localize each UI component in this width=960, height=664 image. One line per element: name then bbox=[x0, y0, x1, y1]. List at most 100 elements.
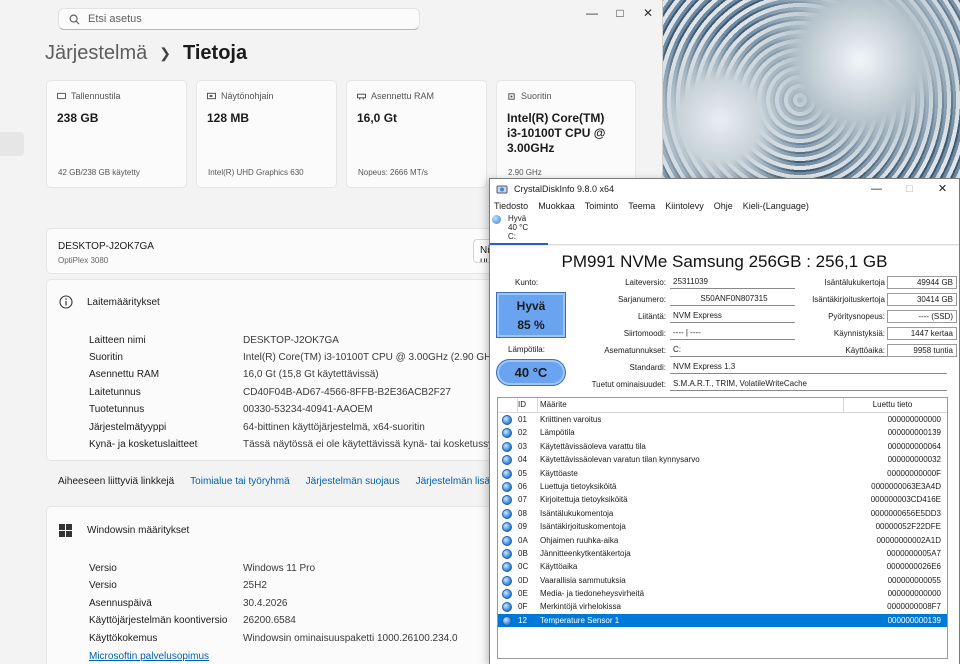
card-ram[interactable]: Asennettu RAM 16,0 Gt Nopeus: 2666 MT/s bbox=[346, 80, 487, 188]
table-row[interactable]: 0E Media- ja tiedoneheysvirheitä 000000000… bbox=[498, 587, 947, 600]
status-icon-cell bbox=[498, 426, 518, 439]
table-row[interactable]: 08 Isäntälukukomentoja 0000000656E5DD3 bbox=[498, 507, 947, 520]
status-icon-cell bbox=[498, 534, 518, 547]
table-row[interactable]: 02 Lämpötila 000000000139 bbox=[498, 426, 947, 439]
search-icon bbox=[69, 14, 80, 24]
health-status-box: Hyvä 85 % bbox=[496, 292, 566, 338]
menu-language[interactable]: Kieli-(Language) bbox=[743, 201, 809, 211]
header-raw-value[interactable]: Luettu tieto bbox=[844, 398, 945, 412]
menu-edit[interactable]: Muokkaa bbox=[538, 201, 575, 211]
close-icon[interactable]: ✕ bbox=[634, 0, 662, 26]
power-on-hours-value: 9958 tuntia bbox=[887, 344, 957, 357]
crystaldiskinfo-window: CrystalDiskInfo 9.8.0 x64 — □ ✕ Tiedosto… bbox=[489, 178, 960, 664]
rotation-value: ---- (SSD) bbox=[887, 310, 957, 323]
table-row[interactable]: 12 Temperature Sensor 1 000000000139 bbox=[498, 613, 947, 628]
maximize-icon[interactable]: □ bbox=[893, 183, 926, 195]
card-title: Suoritin bbox=[521, 91, 552, 101]
card-cpu[interactable]: Suoritin Intel(R) Core(TM) i3-10100T CPU… bbox=[496, 80, 636, 188]
attr-id: 07 bbox=[518, 495, 527, 505]
attr-raw: 0000000063E3A4D bbox=[871, 481, 941, 491]
table-row[interactable]: 0C Käyttöaika 0000000026E6 bbox=[498, 560, 947, 573]
table-row[interactable]: 07 Kirjoitettuja tietoyksiköitä 000000003C… bbox=[498, 493, 947, 506]
header-id[interactable]: ID bbox=[518, 398, 538, 412]
power-on-hours-label: Käyttöaika: bbox=[845, 346, 885, 355]
status-icon-cell bbox=[498, 480, 518, 493]
attr-raw: 000000000000 bbox=[887, 415, 941, 424]
spec-key: Versio bbox=[89, 563, 117, 574]
spec-key: Suoritin bbox=[89, 352, 123, 363]
attr-id: 03 bbox=[518, 441, 527, 451]
attr-name: Luettuja tietoyksiköitä bbox=[540, 481, 617, 491]
attr-raw: 000000000139 bbox=[887, 615, 941, 625]
card-subtext: 42 GB/238 GB käytetty bbox=[58, 168, 140, 177]
card-value: 128 MB bbox=[207, 111, 250, 125]
cpu-icon bbox=[508, 92, 515, 100]
disk-tab-temp: 40 °C bbox=[508, 223, 529, 232]
card-storage[interactable]: Tallennustila 238 GB 42 GB/238 GB käytet… bbox=[46, 80, 187, 188]
menu-file[interactable]: Tiedosto bbox=[494, 201, 528, 211]
table-row[interactable]: 0D Vaarallisia sammutuksia 000000000055 bbox=[498, 574, 947, 587]
search-input[interactable]: Etsi asetus bbox=[58, 8, 420, 30]
attr-id: 0A bbox=[518, 535, 528, 545]
attr-id: 01 bbox=[518, 415, 527, 424]
health-dot-icon bbox=[502, 468, 512, 479]
attr-id: 12 bbox=[518, 615, 527, 625]
standard-label: Standardi: bbox=[629, 363, 666, 372]
disk-tab-c[interactable]: Hyvä 40 °C C: bbox=[490, 213, 548, 245]
table-row[interactable]: 0F Merkintöjä virhelokissa 0000000008F7 bbox=[498, 600, 947, 613]
spec-key: Asennuspäivä bbox=[89, 598, 152, 609]
status-icon-cell bbox=[498, 560, 518, 573]
health-dot-icon bbox=[502, 441, 512, 452]
link-domain-workgroup[interactable]: Toimialue tai työryhmä bbox=[190, 476, 289, 487]
section-title: Windowsin määritykset bbox=[87, 525, 190, 536]
table-row[interactable]: 09 Isäntäkirjoituskomentoja 00000052F22DFE bbox=[498, 520, 947, 533]
smart-table-body: 01 Kriittinen varoitus 000000000000 02 Lämpö… bbox=[498, 413, 947, 628]
breadcrumb-parent[interactable]: Järjestelmä bbox=[45, 42, 147, 65]
minimize-icon[interactable]: — bbox=[860, 183, 893, 195]
status-icon-cell bbox=[498, 614, 518, 627]
table-row[interactable]: 0A Ohjaimen ruuhka-aika 00000000002A1D bbox=[498, 534, 947, 547]
status-icon-cell bbox=[498, 453, 518, 466]
health-status: Hyvä bbox=[516, 299, 546, 313]
attr-raw: 000000000055 bbox=[887, 575, 941, 585]
header-attribute[interactable]: Määrite bbox=[538, 398, 844, 412]
transfer-mode-label: Siirtomoodi: bbox=[623, 329, 666, 338]
attr-name: Käyttöaika bbox=[540, 562, 578, 572]
attr-id: 08 bbox=[518, 508, 527, 518]
table-row[interactable]: 05 Käyttöaste 00000000000F bbox=[498, 467, 947, 480]
link-ms-service-agreement[interactable]: Microsoftin palvelusopimus bbox=[89, 651, 209, 662]
menu-help[interactable]: Ohje bbox=[714, 201, 733, 211]
device-name: DESKTOP-J2OK7GA bbox=[58, 241, 154, 252]
table-row[interactable]: 03 Käytettävissäoleva varattu tila 0000000… bbox=[498, 440, 947, 453]
spec-key: Käyttökokemus bbox=[89, 633, 158, 644]
table-row[interactable]: 01 Kriittinen varoitus 000000000000 bbox=[498, 413, 947, 426]
maximize-icon[interactable]: □ bbox=[606, 0, 634, 26]
sidebar-selected-item[interactable] bbox=[0, 132, 24, 156]
attr-raw: 000000000032 bbox=[887, 455, 941, 465]
menu-theme[interactable]: Teema bbox=[628, 201, 655, 211]
breadcrumb: Järjestelmä ❯ Tietoja bbox=[45, 42, 247, 65]
windows-logo-icon bbox=[59, 524, 72, 537]
link-system-protection[interactable]: Järjestelmän suojaus bbox=[306, 476, 400, 487]
menu-function[interactable]: Toiminto bbox=[585, 201, 619, 211]
table-row[interactable]: 04 Käytettävissäolevan varatun tilan kynn… bbox=[498, 453, 947, 466]
spec-value: 64-bittinen käyttöjärjestelmä, x64-suori… bbox=[243, 422, 425, 433]
attr-id: 02 bbox=[518, 428, 527, 438]
table-row[interactable]: 0B Jännitteenkytkentäkertoja 0000000005A7 bbox=[498, 547, 947, 560]
attr-name: Isäntäkirjoituskomentoja bbox=[540, 522, 626, 532]
attr-id: 0B bbox=[518, 548, 528, 558]
close-icon[interactable]: ✕ bbox=[926, 182, 959, 195]
menu-disk[interactable]: Kiintolevy bbox=[665, 201, 704, 211]
spec-key: Kynä- ja kosketuslaitteet bbox=[89, 439, 198, 450]
health-dot-icon bbox=[502, 615, 512, 626]
card-gpu[interactable]: Näytönohjain 128 MB Intel(R) UHD Graphic… bbox=[196, 80, 337, 188]
info-icon bbox=[59, 295, 73, 309]
table-row[interactable]: 06 Luettuja tietoyksiköitä 0000000063E3A4D bbox=[498, 480, 947, 493]
spec-value: Windows 11 Pro bbox=[243, 563, 316, 574]
attr-name: Lämpötila bbox=[540, 428, 575, 438]
minimize-icon[interactable]: — bbox=[578, 0, 606, 26]
power-on-count-label: Käynnistyksiä: bbox=[833, 329, 885, 338]
cdi-title-bar: CrystalDiskInfo 9.8.0 x64 — □ ✕ bbox=[490, 179, 959, 198]
rotation-label: Pyöritysnopeus: bbox=[828, 312, 885, 321]
health-percent: 85 % bbox=[517, 318, 545, 332]
